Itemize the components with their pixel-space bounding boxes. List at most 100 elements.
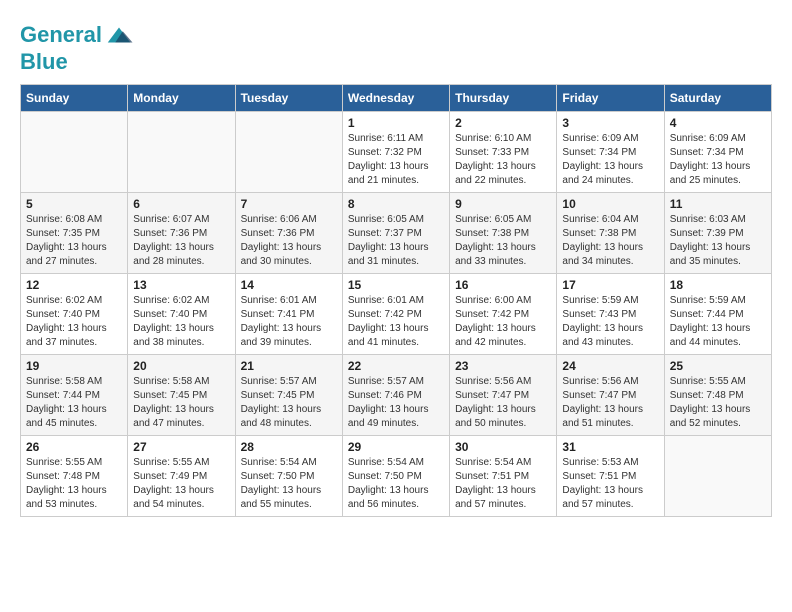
calendar-cell: 9 Sunrise: 6:05 AMSunset: 7:38 PMDaylight…: [450, 193, 557, 274]
day-number: 14: [241, 278, 337, 292]
day-info: Sunrise: 5:56 AMSunset: 7:47 PMDaylight:…: [562, 375, 658, 431]
day-info: Sunrise: 6:04 AMSunset: 7:38 PMDaylight:…: [562, 213, 658, 269]
calendar-cell: 28Sunrise: 5:54 AMSunset: 7:50 PMDayligh…: [235, 436, 342, 517]
calendar-cell: 7 Sunrise: 6:06 AMSunset: 7:36 PMDaylight…: [235, 193, 342, 274]
day-info: Sunrise: 6:02 AMSunset: 7:40 PMDaylight:…: [26, 294, 122, 350]
day-info: Sunrise: 6:02 AMSunset: 7:40 PMDaylight:…: [133, 294, 229, 350]
calendar-week-5: 26 Sunrise: 5:55 AMSunset: 7:48 PMDayligh…: [21, 436, 772, 517]
day-number: 23: [455, 359, 551, 373]
day-number: 8: [348, 197, 444, 211]
weekday-header-monday: Monday: [128, 85, 235, 112]
day-number: 15: [348, 278, 444, 292]
calendar-cell: 1Sunrise: 6:11 AMSunset: 7:32 PMDaylight…: [342, 112, 449, 193]
day-number: 30: [455, 440, 551, 454]
day-number: 24: [562, 359, 658, 373]
calendar-cell: 13Sunrise: 6:02 AMSunset: 7:40 PMDayligh…: [128, 274, 235, 355]
calendar-cell: 11 Sunrise: 6:03 AMSunset: 7:39 PMDayligh…: [664, 193, 771, 274]
calendar-week-1: 1Sunrise: 6:11 AMSunset: 7:32 PMDaylight…: [21, 112, 772, 193]
day-number: 9: [455, 197, 551, 211]
day-info: Sunrise: 5:58 AMSunset: 7:44 PMDaylight:…: [26, 375, 122, 431]
calendar-cell: 24 Sunrise: 5:56 AMSunset: 7:47 PMDayligh…: [557, 355, 664, 436]
day-number: 6: [133, 197, 229, 211]
day-info: Sunrise: 5:54 AMSunset: 7:50 PMDaylight:…: [241, 456, 337, 512]
logo-text: General: [20, 23, 102, 47]
calendar-cell: [128, 112, 235, 193]
day-info: Sunrise: 5:58 AMSunset: 7:45 PMDaylight:…: [133, 375, 229, 431]
day-number: 17: [562, 278, 658, 292]
day-number: 2: [455, 116, 551, 130]
day-info: Sunrise: 5:55 AMSunset: 7:48 PMDaylight:…: [26, 456, 122, 512]
calendar-week-3: 12Sunrise: 6:02 AMSunset: 7:40 PMDayligh…: [21, 274, 772, 355]
day-info: Sunrise: 5:53 AMSunset: 7:51 PMDaylight:…: [562, 456, 658, 512]
day-number: 20: [133, 359, 229, 373]
day-number: 16: [455, 278, 551, 292]
page-header: General Blue: [20, 20, 772, 74]
day-info: Sunrise: 5:59 AMSunset: 7:44 PMDaylight:…: [670, 294, 766, 350]
calendar-cell: 25 Sunrise: 5:55 AMSunset: 7:48 PMDayligh…: [664, 355, 771, 436]
calendar-cell: 15 Sunrise: 6:01 AMSunset: 7:42 PMDayligh…: [342, 274, 449, 355]
day-number: 11: [670, 197, 766, 211]
day-info: Sunrise: 6:08 AMSunset: 7:35 PMDaylight:…: [26, 213, 122, 269]
calendar-cell: 18 Sunrise: 5:59 AMSunset: 7:44 PMDayligh…: [664, 274, 771, 355]
calendar-cell: 4 Sunrise: 6:09 AMSunset: 7:34 PMDaylight…: [664, 112, 771, 193]
day-number: 18: [670, 278, 766, 292]
day-info: Sunrise: 6:01 AMSunset: 7:41 PMDaylight:…: [241, 294, 337, 350]
logo: General Blue: [20, 20, 134, 74]
day-info: Sunrise: 6:05 AMSunset: 7:37 PMDaylight:…: [348, 213, 444, 269]
day-info: Sunrise: 6:00 AMSunset: 7:42 PMDaylight:…: [455, 294, 551, 350]
calendar-week-2: 5 Sunrise: 6:08 AMSunset: 7:35 PMDaylight…: [21, 193, 772, 274]
day-info: Sunrise: 6:07 AMSunset: 7:36 PMDaylight:…: [133, 213, 229, 269]
day-number: 26: [26, 440, 122, 454]
weekday-header-tuesday: Tuesday: [235, 85, 342, 112]
day-info: Sunrise: 6:03 AMSunset: 7:39 PMDaylight:…: [670, 213, 766, 269]
day-number: 29: [348, 440, 444, 454]
day-info: Sunrise: 6:11 AMSunset: 7:32 PMDaylight:…: [348, 132, 444, 188]
weekday-header-saturday: Saturday: [664, 85, 771, 112]
calendar-cell: 23 Sunrise: 5:56 AMSunset: 7:47 PMDayligh…: [450, 355, 557, 436]
calendar-cell: [235, 112, 342, 193]
day-info: Sunrise: 6:01 AMSunset: 7:42 PMDaylight:…: [348, 294, 444, 350]
calendar-cell: 2 Sunrise: 6:10 AMSunset: 7:33 PMDaylight…: [450, 112, 557, 193]
day-info: Sunrise: 5:55 AMSunset: 7:48 PMDaylight:…: [670, 375, 766, 431]
day-number: 5: [26, 197, 122, 211]
calendar-week-4: 19 Sunrise: 5:58 AMSunset: 7:44 PMDayligh…: [21, 355, 772, 436]
calendar-cell: 16 Sunrise: 6:00 AMSunset: 7:42 PMDayligh…: [450, 274, 557, 355]
day-number: 3: [562, 116, 658, 130]
day-info: Sunrise: 6:06 AMSunset: 7:36 PMDaylight:…: [241, 213, 337, 269]
day-info: Sunrise: 5:56 AMSunset: 7:47 PMDaylight:…: [455, 375, 551, 431]
weekday-header-sunday: Sunday: [21, 85, 128, 112]
day-info: Sunrise: 6:10 AMSunset: 7:33 PMDaylight:…: [455, 132, 551, 188]
weekday-header-friday: Friday: [557, 85, 664, 112]
day-info: Sunrise: 5:55 AMSunset: 7:49 PMDaylight:…: [133, 456, 229, 512]
weekday-header-wednesday: Wednesday: [342, 85, 449, 112]
day-number: 25: [670, 359, 766, 373]
day-number: 7: [241, 197, 337, 211]
calendar-cell: 10 Sunrise: 6:04 AMSunset: 7:38 PMDayligh…: [557, 193, 664, 274]
calendar-cell: 17 Sunrise: 5:59 AMSunset: 7:43 PMDayligh…: [557, 274, 664, 355]
day-number: 19: [26, 359, 122, 373]
logo-blue-text: Blue: [20, 50, 134, 74]
calendar-cell: 30Sunrise: 5:54 AMSunset: 7:51 PMDayligh…: [450, 436, 557, 517]
day-number: 10: [562, 197, 658, 211]
calendar-cell: 29 Sunrise: 5:54 AMSunset: 7:50 PMDayligh…: [342, 436, 449, 517]
day-info: Sunrise: 5:59 AMSunset: 7:43 PMDaylight:…: [562, 294, 658, 350]
day-info: Sunrise: 5:57 AMSunset: 7:46 PMDaylight:…: [348, 375, 444, 431]
calendar-cell: [21, 112, 128, 193]
calendar-table: SundayMondayTuesdayWednesdayThursdayFrid…: [20, 84, 772, 517]
calendar-cell: 6 Sunrise: 6:07 AMSunset: 7:36 PMDaylight…: [128, 193, 235, 274]
day-info: Sunrise: 6:09 AMSunset: 7:34 PMDaylight:…: [670, 132, 766, 188]
calendar-cell: 21Sunrise: 5:57 AMSunset: 7:45 PMDayligh…: [235, 355, 342, 436]
day-info: Sunrise: 5:54 AMSunset: 7:50 PMDaylight:…: [348, 456, 444, 512]
calendar-cell: [664, 436, 771, 517]
calendar-cell: 5 Sunrise: 6:08 AMSunset: 7:35 PMDaylight…: [21, 193, 128, 274]
day-info: Sunrise: 6:05 AMSunset: 7:38 PMDaylight:…: [455, 213, 551, 269]
day-number: 4: [670, 116, 766, 130]
calendar-cell: 31Sunrise: 5:53 AMSunset: 7:51 PMDayligh…: [557, 436, 664, 517]
logo-icon: [104, 20, 134, 50]
day-info: Sunrise: 6:09 AMSunset: 7:34 PMDaylight:…: [562, 132, 658, 188]
calendar-cell: 8 Sunrise: 6:05 AMSunset: 7:37 PMDaylight…: [342, 193, 449, 274]
day-number: 27: [133, 440, 229, 454]
calendar-cell: 3 Sunrise: 6:09 AMSunset: 7:34 PMDaylight…: [557, 112, 664, 193]
calendar-cell: 19 Sunrise: 5:58 AMSunset: 7:44 PMDayligh…: [21, 355, 128, 436]
calendar-cell: 12Sunrise: 6:02 AMSunset: 7:40 PMDayligh…: [21, 274, 128, 355]
